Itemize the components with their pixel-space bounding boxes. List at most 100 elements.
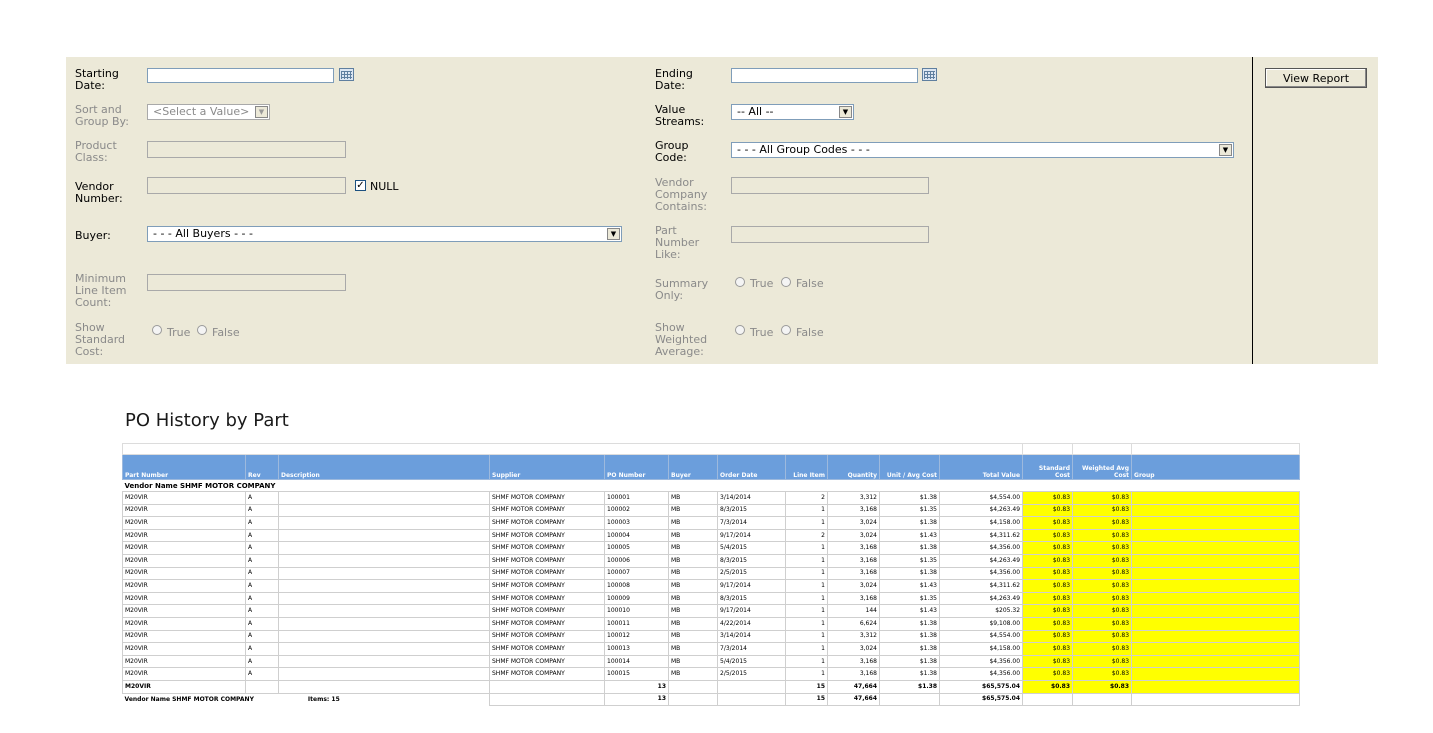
view-report-button[interactable]: View Report [1265, 68, 1367, 88]
weighted-avg-true-radio[interactable] [735, 325, 745, 335]
col-header[interactable]: Group [1131, 454, 1301, 480]
standard-cost-true-radio[interactable] [152, 325, 162, 335]
part-number-like-input[interactable] [731, 226, 929, 243]
chevron-down-icon: ▼ [607, 228, 620, 240]
table-cell: $4,356.00 [938, 541, 1024, 555]
table-cell: $1.35 [879, 591, 940, 606]
table-cell: A [245, 566, 279, 581]
table-cell: SHMF MOTOR COMPANY [489, 604, 605, 618]
table-cell: $1.35 [879, 553, 940, 568]
vendor-company-input[interactable] [731, 177, 929, 194]
table-cell: SHMF MOTOR COMPANY [489, 616, 605, 631]
weighted-avg-false-radio[interactable] [781, 325, 791, 335]
table-cell: 9/17/2014 [717, 528, 786, 543]
col-header[interactable]: PO Number [604, 454, 669, 480]
buyer-select[interactable]: - - - All Buyers - - - ▼ [147, 226, 622, 242]
table-cell: 100014 [604, 654, 669, 669]
col-header[interactable]: Description [278, 454, 490, 480]
table-cell: 100006 [604, 553, 669, 568]
table-row: M20VIR A SHMF MOTOR COMPANY 100006 MB 8/3/201… [122, 553, 1301, 568]
table-cell [668, 692, 718, 707]
col-header[interactable]: Line Item [785, 454, 828, 480]
table-cell: $0.83 [1022, 616, 1074, 631]
show-standard-cost-label: Show Standard Cost: [75, 321, 126, 358]
table-cell: 3/14/2014 [717, 629, 786, 644]
starting-date-input[interactable] [147, 68, 334, 83]
col-header[interactable]: Order Date [717, 454, 786, 480]
table-cell: $0.83 [1022, 553, 1074, 568]
sort-group-select[interactable]: <Select a Value> ▼ [147, 104, 270, 120]
null-checkbox-label: NULL [370, 180, 399, 193]
col-header[interactable]: Standard Cost [1022, 454, 1074, 480]
group-code-select[interactable]: - - - All Group Codes - - - ▼ [731, 142, 1234, 158]
table-cell: 13 [604, 692, 669, 707]
vendor-total-label: Vendor Name SHMF MOTOR COMPANY [124, 695, 254, 703]
table-cell: 100008 [604, 579, 669, 593]
table-cell: 100003 [604, 516, 669, 530]
table-row: M20VIR A SHMF MOTOR COMPANY 100014 MB 5/4/201… [122, 654, 1301, 669]
table-cell: $9,108.00 [938, 616, 1024, 631]
table-cell: M20VIR [122, 491, 246, 505]
col-header[interactable]: Supplier [489, 454, 605, 480]
table-cell [1131, 667, 1301, 681]
min-line-item-input[interactable] [147, 274, 346, 291]
table-cell: 100007 [604, 566, 669, 581]
table-cell: A [245, 541, 279, 555]
summary-true-radio[interactable] [735, 277, 745, 287]
col-header[interactable]: Total Value [938, 454, 1024, 480]
table-cell: A [245, 642, 279, 656]
table-cell: 8/3/2015 [717, 503, 786, 518]
table-row: M20VIR A SHMF MOTOR COMPANY 100015 MB 2/5/201… [122, 667, 1301, 681]
col-header[interactable]: Rev [245, 454, 279, 480]
table-cell: 1 [785, 566, 828, 581]
table-cell: 100011 [604, 616, 669, 631]
table-cell [1131, 553, 1301, 568]
standard-cost-false-radio[interactable] [197, 325, 207, 335]
table-cell [489, 679, 605, 694]
vendor-number-input[interactable] [147, 177, 346, 194]
table-row: M20VIR A SHMF MOTOR COMPANY 100012 MB 3/14/20… [122, 629, 1301, 644]
table-cell: 13 [604, 679, 669, 694]
calendar-icon[interactable] [922, 68, 937, 81]
table-cell: $1.38 [879, 679, 940, 694]
value-streams-select[interactable]: -- All -- ▼ [731, 104, 854, 120]
sort-group-value: <Select a Value> [153, 105, 250, 118]
table-cell: $0.83 [1072, 553, 1133, 568]
col-header[interactable]: Unit / Avg Cost [879, 454, 940, 480]
table-row: M20VIR A SHMF MOTOR COMPANY 100010 MB 9/17/20… [122, 604, 1301, 618]
table-cell: 2 [785, 528, 828, 543]
table-cell: $0.83 [1022, 679, 1074, 694]
table-cell: 3,024 [827, 528, 880, 543]
col-header[interactable]: Buyer [668, 454, 718, 480]
table-cell [278, 654, 490, 669]
table-cell [278, 503, 490, 518]
col-header[interactable]: Quantity [827, 454, 880, 480]
weighted-avg-true-label: True [750, 326, 774, 339]
table-row: M20VIR A SHMF MOTOR COMPANY 100005 MB 5/4/201… [122, 541, 1301, 555]
null-checkbox[interactable]: ✓ [355, 180, 366, 191]
vendor-total-items: Items: 15 [307, 695, 340, 703]
table-cell: 8/3/2015 [717, 553, 786, 568]
table-cell: $4,263.49 [938, 503, 1024, 518]
report-title: PO History by Part [125, 410, 289, 431]
calendar-icon[interactable] [339, 68, 354, 81]
table-cell [278, 491, 490, 505]
col-header[interactable]: Part Number [122, 454, 246, 480]
table-cell [879, 692, 940, 707]
table-cell: $0.83 [1072, 516, 1133, 530]
table-cell: A [245, 579, 279, 593]
buyer-value: - - - All Buyers - - - [153, 227, 253, 240]
ending-date-input[interactable] [731, 68, 918, 83]
table-cell [278, 616, 490, 631]
summary-false-radio[interactable] [781, 277, 791, 287]
table-cell [1131, 566, 1301, 581]
table-cell [489, 692, 605, 707]
table-cell: 3,168 [827, 503, 880, 518]
table-cell: A [245, 528, 279, 543]
product-class-input[interactable] [147, 141, 346, 158]
table-cell [278, 516, 490, 530]
table-cell: SHMF MOTOR COMPANY [489, 667, 605, 681]
group-code-label: Group Code: [655, 139, 689, 164]
table-cell: $205.32 [938, 604, 1024, 618]
col-header[interactable]: Weighted Avg Cost [1072, 454, 1133, 480]
